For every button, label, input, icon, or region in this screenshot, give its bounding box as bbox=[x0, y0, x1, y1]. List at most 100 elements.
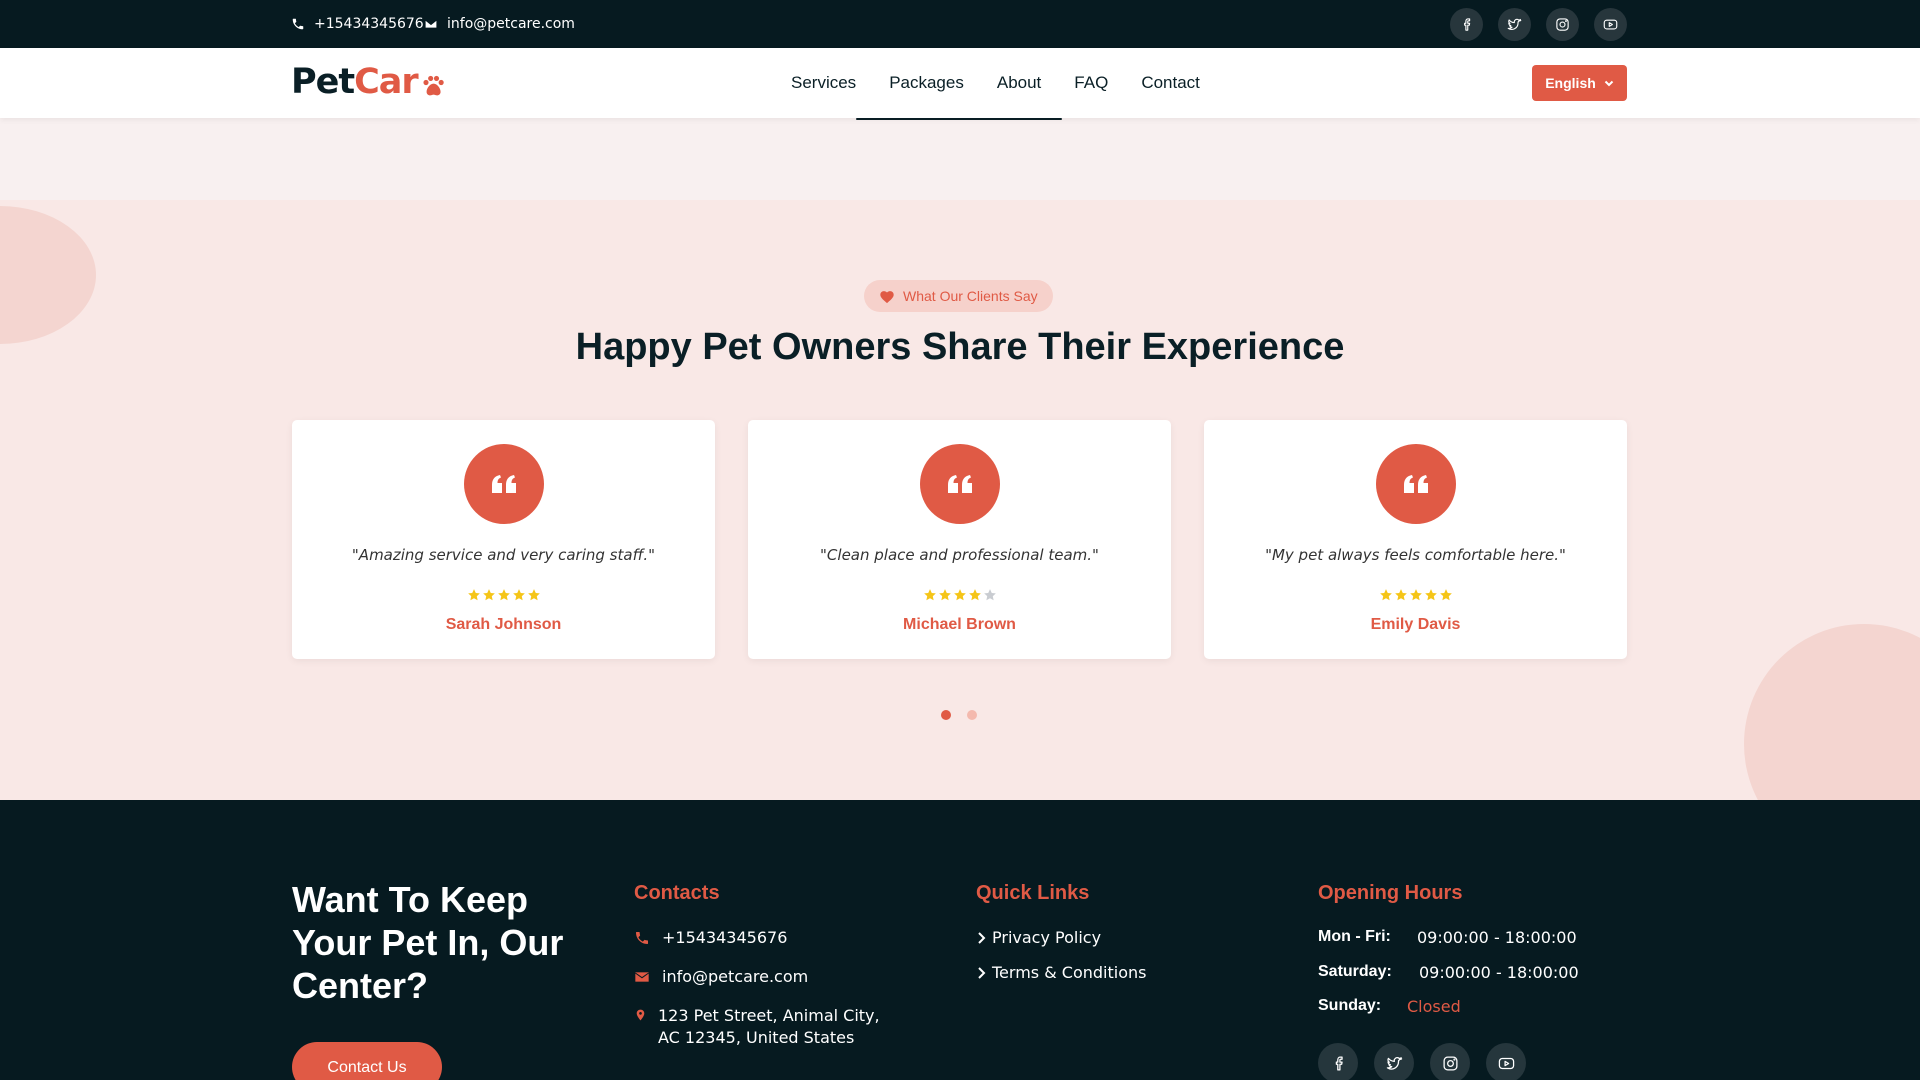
youtube-button[interactable] bbox=[1594, 8, 1627, 41]
footer-socials bbox=[1318, 1043, 1526, 1080]
carousel-dot[interactable] bbox=[967, 710, 977, 720]
star-filled-icon bbox=[938, 589, 951, 601]
hours-day-sunday: Sunday: bbox=[1318, 997, 1382, 1014]
top-bar: +15434345676 info@petcare.com bbox=[0, 0, 1920, 48]
carousel-dot[interactable] bbox=[941, 710, 951, 720]
testimonial-card: "Clean place and professional team." Mic… bbox=[748, 420, 1171, 659]
hours-day-saturday: Saturday: bbox=[1318, 963, 1392, 980]
chevron-right-icon bbox=[978, 967, 986, 979]
nav-link-contact[interactable]: Contact bbox=[1141, 73, 1200, 93]
testimonial-text: "Amazing service and very caring staff." bbox=[351, 546, 656, 564]
hero-button-edge bbox=[856, 118, 1062, 120]
footer-email[interactable]: info@petcare.com bbox=[634, 967, 808, 986]
decorative-circle-right bbox=[1744, 624, 1920, 800]
twitter-button[interactable] bbox=[1374, 1043, 1414, 1080]
testimonial-author: Sarah Johnson bbox=[445, 616, 562, 633]
instagram-button[interactable] bbox=[1546, 8, 1579, 41]
contacts-heading: Contacts bbox=[634, 882, 720, 904]
nav-link-about[interactable]: About bbox=[997, 73, 1041, 93]
heart-icon bbox=[880, 290, 894, 303]
topbar-socials bbox=[1450, 8, 1627, 41]
star-filled-icon bbox=[968, 589, 981, 601]
facebook-icon bbox=[1335, 1055, 1343, 1071]
instagram-button[interactable] bbox=[1430, 1043, 1470, 1080]
testimonial-card: "Amazing service and very caring staff."… bbox=[292, 420, 715, 659]
topbar-email[interactable]: info@petcare.com bbox=[424, 0, 575, 48]
hero-section-bottom bbox=[0, 118, 1920, 200]
language-selector[interactable]: English bbox=[1532, 65, 1627, 101]
logo-text-care: Car bbox=[354, 62, 419, 102]
youtube-icon bbox=[1498, 1057, 1514, 1069]
youtube-icon bbox=[1603, 19, 1618, 30]
quote-badge bbox=[920, 444, 1000, 524]
topbar-phone[interactable]: +15434345676 bbox=[291, 0, 424, 48]
star-filled-icon bbox=[482, 589, 495, 601]
chevron-right-icon bbox=[978, 932, 986, 944]
privacy-policy-link[interactable]: Privacy Policy bbox=[976, 928, 1101, 947]
nav-link-packages[interactable]: Packages bbox=[889, 73, 964, 93]
facebook-icon bbox=[1464, 18, 1471, 31]
footer-address: 123 Pet Street, Animal City, AC 12345, U… bbox=[634, 1005, 880, 1049]
phone-icon bbox=[292, 18, 304, 30]
rating-stars bbox=[748, 588, 1171, 602]
main-navbar: Pet Car Services Packages About FAQ Cont… bbox=[0, 48, 1920, 118]
footer-cta-title: Want To Keep Your Pet In, Our Center? bbox=[292, 879, 564, 1006]
hours-time-weekdays: 09:00:00 - 18:00:00 bbox=[1417, 928, 1577, 947]
nav-links: Services Packages About FAQ Contact bbox=[791, 48, 1200, 118]
rating-stars bbox=[1204, 588, 1627, 602]
language-label: English bbox=[1545, 75, 1596, 91]
twitter-icon bbox=[1507, 18, 1522, 30]
testimonial-text: "Clean place and professional team." bbox=[820, 546, 1099, 564]
testimonial-card: "My pet always feels comfortable here." … bbox=[1204, 420, 1627, 659]
contact-us-button[interactable]: Contact Us bbox=[292, 1042, 442, 1080]
hours-time-sunday: Closed bbox=[1407, 997, 1461, 1016]
footer-email-text: info@petcare.com bbox=[662, 967, 809, 986]
testimonial-author: Emily Davis bbox=[1370, 616, 1461, 633]
petcare-logo[interactable]: Pet Car bbox=[291, 60, 447, 104]
star-empty-icon bbox=[983, 589, 996, 601]
section-badge: What Our Clients Say bbox=[864, 280, 1053, 312]
twitter-button[interactable] bbox=[1498, 8, 1531, 41]
privacy-policy-text: Privacy Policy bbox=[992, 928, 1102, 947]
quote-icon bbox=[492, 475, 516, 493]
map-pin-icon bbox=[636, 1009, 645, 1021]
paw-icon bbox=[423, 75, 444, 96]
testimonial-author: Michael Brown bbox=[903, 616, 1016, 633]
star-filled-icon bbox=[527, 589, 540, 601]
footer-phone[interactable]: +15434345676 bbox=[634, 928, 787, 947]
testimonial-text: "My pet always feels comfortable here." bbox=[1265, 546, 1566, 564]
hours-day-weekdays: Mon - Fri: bbox=[1318, 928, 1391, 945]
terms-conditions-link[interactable]: Terms & Conditions bbox=[976, 963, 1146, 982]
decorative-circle-left bbox=[0, 206, 96, 344]
nav-link-faq[interactable]: FAQ bbox=[1074, 73, 1108, 93]
site-footer: Want To Keep Your Pet In, Our Center? Co… bbox=[0, 800, 1920, 1080]
footer-phone-text: +15434345676 bbox=[662, 928, 788, 947]
star-filled-icon bbox=[497, 589, 510, 601]
facebook-button[interactable] bbox=[1318, 1043, 1358, 1080]
facebook-button[interactable] bbox=[1450, 8, 1483, 41]
nav-link-services[interactable]: Services bbox=[791, 73, 856, 93]
opening-hours-heading: Opening Hours bbox=[1318, 882, 1463, 904]
section-title: Happy Pet Owners Share Their Experience bbox=[575, 326, 1345, 368]
star-filled-icon bbox=[1439, 589, 1452, 601]
star-filled-icon bbox=[1409, 589, 1422, 601]
twitter-icon bbox=[1386, 1056, 1402, 1070]
phone-icon bbox=[636, 932, 648, 944]
envelope-icon bbox=[424, 19, 438, 29]
instagram-icon bbox=[1442, 1055, 1458, 1071]
chevron-down-icon bbox=[1604, 80, 1613, 87]
terms-conditions-text: Terms & Conditions bbox=[992, 963, 1147, 982]
instagram-icon bbox=[1556, 18, 1569, 31]
address-line-2: AC 12345, United States bbox=[658, 1028, 855, 1047]
hours-time-saturday: 09:00:00 - 18:00:00 bbox=[1419, 963, 1579, 982]
topbar-phone-text: +15434345676 bbox=[314, 16, 424, 32]
youtube-button[interactable] bbox=[1486, 1043, 1526, 1080]
address-line-1: 123 Pet Street, Animal City, bbox=[658, 1006, 880, 1025]
star-filled-icon bbox=[923, 589, 936, 601]
testimonials-section: What Our Clients Say Happy Pet Owners Sh… bbox=[0, 200, 1920, 800]
quote-badge bbox=[464, 444, 544, 524]
quote-badge bbox=[1376, 444, 1456, 524]
quote-icon bbox=[1404, 475, 1428, 493]
section-badge-text: What Our Clients Say bbox=[903, 288, 1038, 304]
carousel-pagination bbox=[941, 710, 977, 720]
